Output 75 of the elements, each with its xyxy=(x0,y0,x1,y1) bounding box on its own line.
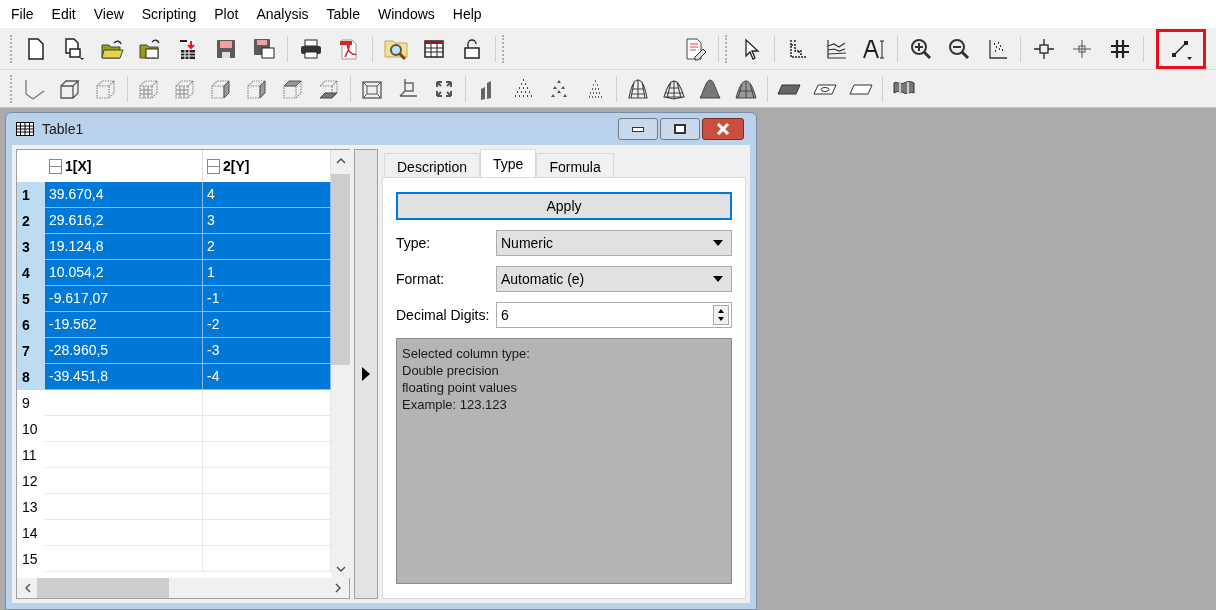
crosshair-icon xyxy=(1032,36,1056,61)
scroll-thumb[interactable] xyxy=(37,578,169,598)
window-title: Table1 xyxy=(42,119,84,139)
table-cell: -39.451,8 xyxy=(45,364,203,390)
table-cell: 19.124,8 xyxy=(45,234,203,260)
table-cell: 39.670,4 xyxy=(45,182,203,208)
minimize-button[interactable] xyxy=(618,118,658,140)
menu-item[interactable]: Plot xyxy=(205,3,248,25)
row-header[interactable]: 4 xyxy=(17,260,45,286)
row-header[interactable]: 6 xyxy=(17,312,45,338)
field-label: Format: xyxy=(396,269,446,289)
table-cell: 1 xyxy=(203,260,331,286)
scroll-left-icon xyxy=(25,583,31,593)
table-cell: -9.617,07 xyxy=(45,286,203,312)
table-cell: 2 xyxy=(203,234,331,260)
new-document-arrow-icon xyxy=(62,36,86,61)
table-cell: -3 xyxy=(203,338,331,364)
row-header[interactable]: 8 xyxy=(17,364,45,390)
zoom-out-icon xyxy=(947,36,971,61)
wireframe-surface-icon xyxy=(626,76,650,101)
table-cell: 4 xyxy=(203,182,331,208)
scroll-right-icon xyxy=(335,583,341,593)
table-cell: 29.616,2 xyxy=(45,208,203,234)
close-button[interactable] xyxy=(702,118,744,140)
table-cell: -19.562 xyxy=(45,312,203,338)
menu-item[interactable]: Edit xyxy=(42,3,85,25)
splitter-handle[interactable] xyxy=(354,149,378,599)
row-header[interactable]: 2 xyxy=(17,208,45,234)
table-cell: 10.054,2 xyxy=(45,260,203,286)
row-header[interactable]: 5 xyxy=(17,286,45,312)
table-cell: -4 xyxy=(203,364,331,390)
numeric-column-icon xyxy=(207,158,220,174)
scroll-down-icon xyxy=(335,566,346,572)
horizontal-scrollbar[interactable] xyxy=(17,578,349,598)
field-label: Decimal Digits: xyxy=(396,305,491,325)
table-cell: -2 xyxy=(203,312,331,338)
menu-item[interactable]: View xyxy=(84,3,133,25)
scroll-thumb[interactable] xyxy=(331,174,350,365)
menu-item[interactable]: Table xyxy=(317,3,369,25)
row-header[interactable]: 3 xyxy=(17,234,45,260)
dropdown-arrow-icon xyxy=(713,276,723,282)
table-cell: 3 xyxy=(203,208,331,234)
menu-item[interactable]: Analysis xyxy=(247,3,318,25)
tab[interactable]: Type xyxy=(480,149,537,177)
save-as-icon xyxy=(252,36,276,61)
tab[interactable]: Description xyxy=(384,153,481,177)
close-icon xyxy=(716,123,730,135)
type-info-box: Selected column type: Double precision floating point values Example: 123.123 xyxy=(396,338,732,584)
edit-document-icon xyxy=(683,36,707,61)
row-header[interactable]: 1 xyxy=(17,182,45,208)
line-tool-button[interactable] xyxy=(1156,28,1206,69)
apply-button[interactable]: Apply xyxy=(396,192,732,220)
table-cell: -28.960,5 xyxy=(45,338,203,364)
menu-item[interactable]: File xyxy=(2,3,43,25)
restore-icon xyxy=(674,124,686,134)
minimize-icon xyxy=(632,126,644,132)
expand-arrow-icon xyxy=(362,367,370,381)
spin-box[interactable]: 6 xyxy=(496,302,732,328)
scroll-up-icon xyxy=(335,158,346,164)
row-header[interactable]: 7 xyxy=(17,338,45,364)
field-label: Type: xyxy=(396,233,432,253)
printer-icon xyxy=(299,36,323,61)
menu-item[interactable]: Windows xyxy=(369,3,444,25)
table-icon xyxy=(16,122,34,136)
table-cell: -1 xyxy=(203,286,331,312)
menu-item[interactable]: Scripting xyxy=(132,3,206,25)
tab[interactable]: Formula xyxy=(536,153,614,177)
dropdown[interactable]: Automatic (e) xyxy=(496,266,732,292)
numeric-column-icon xyxy=(49,158,62,174)
dropdown-arrow-icon xyxy=(713,240,723,246)
maximize-button[interactable] xyxy=(660,118,700,140)
zoom-in-icon xyxy=(909,36,933,61)
menu-item[interactable]: Help xyxy=(443,3,491,25)
dropdown[interactable]: Numeric xyxy=(496,230,732,256)
spin-arrows-icon xyxy=(713,305,729,325)
